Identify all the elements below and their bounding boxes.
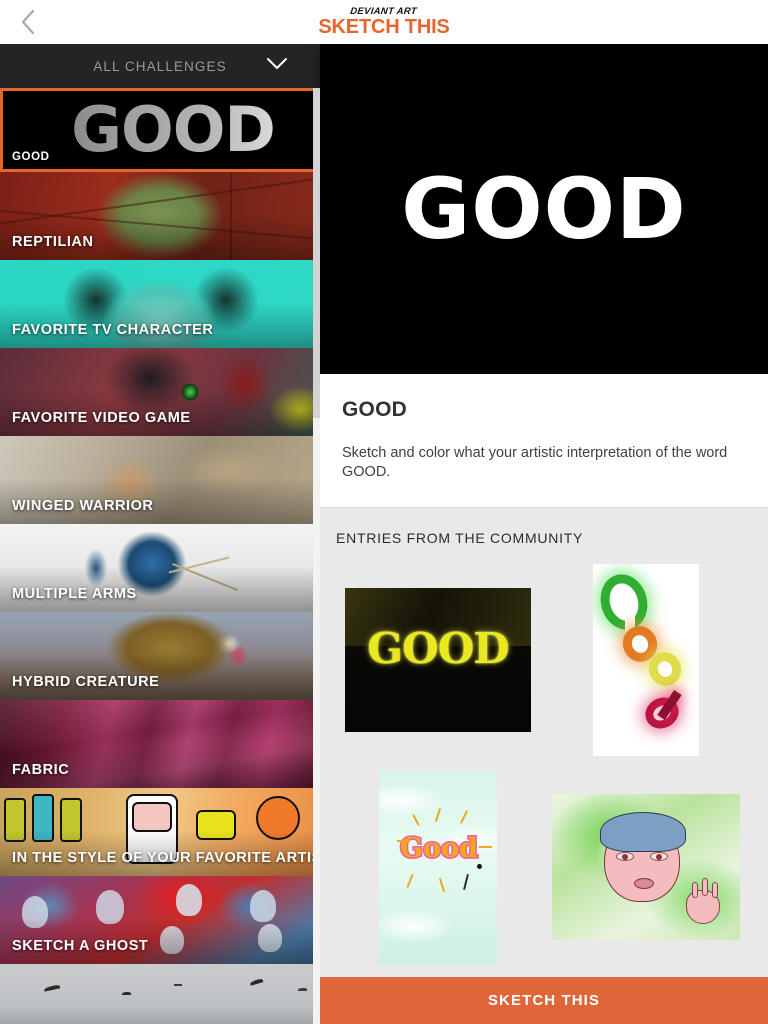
all-challenges-label: ALL CHALLENGES bbox=[93, 58, 227, 74]
challenge-item-reptilian[interactable]: REPTILIAN bbox=[0, 172, 320, 260]
chevron-down-icon bbox=[266, 57, 288, 75]
entry-thumbnail-neon-good-letters[interactable] bbox=[593, 564, 699, 757]
app-root: DEVIANT ART SKETCH THIS ALL CHALLENGES G… bbox=[0, 0, 768, 1024]
all-challenges-dropdown[interactable]: ALL CHALLENGES bbox=[0, 44, 320, 88]
challenge-item-fabric[interactable]: FABRIC bbox=[0, 700, 320, 788]
entry-cell[interactable]: Good bbox=[334, 770, 542, 965]
challenge-item-favorite-video-game[interactable]: FAVORITE VIDEO GAME bbox=[0, 348, 320, 436]
challenge-label: FABRIC bbox=[12, 762, 70, 778]
challenge-item-multiple-arms[interactable]: MULTIPLE ARMS bbox=[0, 524, 320, 612]
entries-heading: ENTRIES FROM THE COMMUNITY bbox=[336, 530, 584, 547]
challenge-label: HYBRID CREATURE bbox=[12, 674, 160, 690]
back-button[interactable] bbox=[0, 0, 56, 44]
entry-thumbnail-pastel-good-sky[interactable]: Good bbox=[379, 770, 497, 965]
challenge-item-good[interactable]: GOOD GOOD bbox=[0, 88, 320, 172]
entry-cell[interactable] bbox=[542, 770, 750, 964]
challenge-hero-word: GOOD bbox=[3, 91, 317, 169]
sketch-this-label: SKETCH THIS bbox=[487, 992, 601, 1009]
entries-grid: GOOD Good bbox=[334, 564, 750, 978]
hero-word-text: GOOD bbox=[401, 160, 687, 258]
challenge-item-sketch-a-ghost[interactable]: SKETCH A GHOST bbox=[0, 876, 320, 964]
page-title: GOOD bbox=[342, 398, 407, 421]
brand-sketchthis-text: SKETCH THIS bbox=[318, 16, 450, 39]
challenge-label: IN THE STYLE OF YOUR FAVORITE ARTIST bbox=[12, 850, 320, 866]
sketch-this-button[interactable]: SKETCH THIS bbox=[320, 977, 768, 1024]
sidebar-scrollbar-track[interactable] bbox=[313, 88, 320, 1024]
challenge-thumbnail bbox=[0, 964, 320, 1024]
top-bar: DEVIANT ART SKETCH THIS bbox=[0, 0, 768, 44]
challenge-label: GOOD bbox=[12, 151, 50, 163]
challenge-hero-image: GOOD bbox=[320, 44, 768, 374]
community-entries-section: ENTRIES FROM THE COMMUNITY GOOD Good bbox=[320, 508, 768, 1024]
challenge-label: FAVORITE TV CHARACTER bbox=[12, 322, 214, 338]
challenge-label: FAVORITE VIDEO GAME bbox=[12, 410, 191, 426]
challenge-label: REPTILIAN bbox=[12, 234, 94, 250]
content-area: ALL CHALLENGES GOOD GOOD REPTILIAN FAVOR… bbox=[0, 44, 768, 1024]
chevron-left-icon bbox=[20, 9, 36, 35]
challenge-detail-panel: GOOD GOOD Sketch and color what your art… bbox=[320, 44, 768, 1024]
challenge-label: SKETCH A GHOST bbox=[12, 938, 149, 954]
brand-deviantart-text: DEVIANT ART bbox=[350, 5, 418, 17]
entry-thumbnail-yellow-good-on-black[interactable]: GOOD bbox=[345, 588, 531, 733]
entry-cell[interactable] bbox=[542, 564, 750, 757]
sidebar-scrollbar-thumb[interactable] bbox=[313, 88, 320, 418]
challenge-label: WINGED WARRIOR bbox=[12, 498, 154, 514]
challenge-item-favorite-tv-character[interactable]: FAVORITE TV CHARACTER bbox=[0, 260, 320, 348]
challenge-item-hybrid-creature[interactable]: HYBRID CREATURE bbox=[0, 612, 320, 700]
challenge-description: Sketch and color what your artistic inte… bbox=[342, 445, 728, 480]
entry-cell[interactable]: GOOD bbox=[334, 564, 542, 756]
challenge-item-favorite-artist-style[interactable]: IN THE STYLE OF YOUR FAVORITE ARTIST bbox=[0, 788, 320, 876]
challenges-sidebar: ALL CHALLENGES GOOD GOOD REPTILIAN FAVOR… bbox=[0, 44, 320, 1024]
challenge-item-partial[interactable] bbox=[0, 964, 320, 1024]
entry-thumbnail-baby-face-green[interactable] bbox=[552, 794, 740, 941]
brand-logo: DEVIANT ART SKETCH THIS bbox=[318, 5, 450, 39]
challenge-label: MULTIPLE ARMS bbox=[12, 586, 137, 602]
challenge-item-winged-warrior[interactable]: WINGED WARRIOR bbox=[0, 436, 320, 524]
challenge-description-section: GOOD Sketch and color what your artistic… bbox=[320, 374, 768, 509]
challenge-list[interactable]: GOOD GOOD REPTILIAN FAVORITE TV CHARACTE… bbox=[0, 88, 320, 1024]
